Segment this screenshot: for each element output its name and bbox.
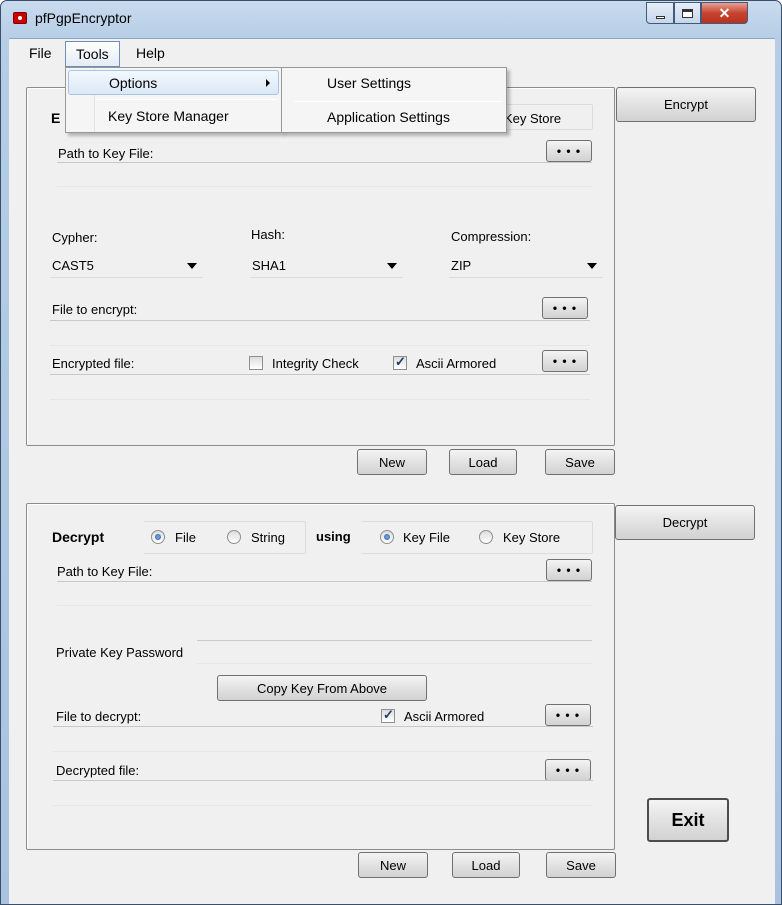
decrypt-group: Decrypt File String using Key File Key S…	[26, 503, 615, 850]
decrypt-path-label: Path to Key File:	[57, 564, 153, 579]
encrypted-file-label: Encrypted file:	[52, 356, 135, 371]
copy-key-button[interactable]: Copy Key From Above	[217, 675, 427, 701]
menu-help[interactable]: Help	[126, 41, 175, 67]
submenu-separator	[294, 101, 502, 102]
decrypt-file-label[interactable]: File	[175, 530, 196, 545]
menu-item-user-settings[interactable]: User Settings	[284, 72, 504, 97]
decrypt-key-file-radio[interactable]	[380, 530, 394, 544]
menu-file[interactable]: File	[19, 41, 62, 67]
options-submenu: User Settings Application Settings	[281, 67, 507, 133]
compression-select[interactable]: ZIP	[449, 252, 603, 278]
minimize-button[interactable]	[646, 2, 674, 24]
encrypt-save-button[interactable]: Save	[545, 449, 615, 475]
menu-separator	[96, 99, 277, 100]
menu-tools[interactable]: Tools	[65, 41, 120, 67]
encrypt-heading: E	[51, 110, 61, 126]
encrypt-button[interactable]: Encrypt	[616, 87, 756, 122]
app-window: pfPgpEncryptor ✕ File Tools Help E Key S…	[0, 0, 782, 905]
cypher-value: CAST5	[52, 258, 94, 273]
tools-menu: Options Key Store Manager	[65, 67, 282, 133]
encrypt-key-path-field[interactable]	[57, 162, 592, 187]
chevron-down-icon	[387, 263, 397, 269]
decrypt-button[interactable]: Decrypt	[615, 505, 755, 540]
file-to-decrypt-field[interactable]	[53, 726, 593, 752]
password-label: Private Key Password	[56, 645, 184, 660]
cypher-select[interactable]: CAST5	[50, 252, 203, 278]
cypher-label: Cypher:	[52, 230, 98, 245]
encrypt-new-button[interactable]: New	[357, 449, 427, 475]
decrypted-file-field[interactable]	[53, 780, 593, 806]
maximize-icon	[682, 8, 693, 18]
close-button[interactable]: ✕	[701, 2, 748, 24]
encrypt-ascii-armored-checkbox[interactable]	[393, 354, 407, 370]
encrypted-file-field[interactable]	[50, 374, 590, 400]
decrypted-file-label: Decrypted file:	[56, 763, 140, 778]
client-area: File Tools Help E Key Store Path to Key …	[9, 38, 775, 904]
encrypt-load-button[interactable]: Load	[449, 449, 517, 475]
integrity-check-checkbox[interactable]	[249, 356, 263, 370]
file-to-decrypt-label: File to decrypt:	[56, 709, 142, 724]
decrypt-string-radio[interactable]	[227, 530, 241, 544]
decrypt-heading: Decrypt	[52, 529, 105, 545]
title-bar[interactable]: pfPgpEncryptor ✕	[1, 1, 781, 37]
hash-label: Hash:	[251, 227, 285, 242]
decrypt-ascii-armored-label[interactable]: Ascii Armored	[404, 709, 484, 724]
menu-item-key-store-manager[interactable]: Key Store Manager	[68, 105, 279, 130]
menu-item-options[interactable]: Options	[68, 70, 279, 95]
decrypt-key-file-label[interactable]: Key File	[403, 530, 450, 545]
minimize-icon	[655, 15, 665, 19]
close-icon: ✕	[718, 4, 731, 21]
decrypt-key-browse-button[interactable]: • • •	[546, 559, 592, 581]
compression-value: ZIP	[451, 258, 472, 273]
window-title: pfPgpEncryptor	[35, 10, 132, 26]
compression-label: Compression:	[451, 229, 532, 244]
file-to-encrypt-label: File to encrypt:	[52, 302, 138, 317]
decrypt-key-store-radio[interactable]	[479, 530, 493, 544]
file-to-encrypt-field[interactable]	[50, 320, 590, 346]
encrypt-key-browse-button[interactable]: • • •	[546, 140, 592, 162]
chevron-right-icon	[266, 79, 270, 87]
decrypt-new-button[interactable]: New	[358, 852, 428, 878]
maximize-button[interactable]	[674, 2, 701, 24]
exit-button[interactable]: Exit	[647, 798, 729, 842]
encrypted-file-browse-button[interactable]: • • •	[542, 350, 588, 372]
chevron-down-icon	[587, 263, 597, 269]
menu-item-options-label: Options	[109, 75, 158, 91]
app-icon	[13, 12, 27, 24]
decrypt-save-button[interactable]: Save	[546, 852, 616, 878]
decrypted-file-browse-button[interactable]: • • •	[545, 759, 591, 781]
file-to-encrypt-browse-button[interactable]: • • •	[542, 297, 588, 319]
chevron-down-icon	[187, 263, 197, 269]
decrypt-ascii-armored-checkbox[interactable]	[381, 707, 395, 723]
decrypt-file-radio[interactable]	[151, 530, 165, 544]
encrypt-group: E Key Store Path to Key File: • • • Cyph…	[26, 87, 615, 446]
encrypt-path-label: Path to Key File:	[58, 146, 154, 161]
menu-bar: File Tools Help	[9, 39, 775, 69]
using-label: using	[316, 529, 351, 544]
encrypt-ascii-armored-label[interactable]: Ascii Armored	[416, 356, 496, 371]
integrity-check-label[interactable]: Integrity Check	[272, 356, 359, 371]
hash-value: SHA1	[252, 258, 286, 273]
decrypt-key-path-field[interactable]	[57, 581, 592, 606]
menu-item-application-settings[interactable]: Application Settings	[284, 106, 504, 131]
file-to-decrypt-browse-button[interactable]: • • •	[545, 704, 591, 726]
encrypt-key-store-label[interactable]: Key Store	[504, 111, 561, 126]
decrypt-key-store-label[interactable]: Key Store	[503, 530, 560, 545]
hash-select[interactable]: SHA1	[250, 252, 403, 278]
private-key-password-field[interactable]	[197, 640, 592, 664]
decrypt-load-button[interactable]: Load	[452, 852, 520, 878]
decrypt-string-label[interactable]: String	[251, 530, 285, 545]
